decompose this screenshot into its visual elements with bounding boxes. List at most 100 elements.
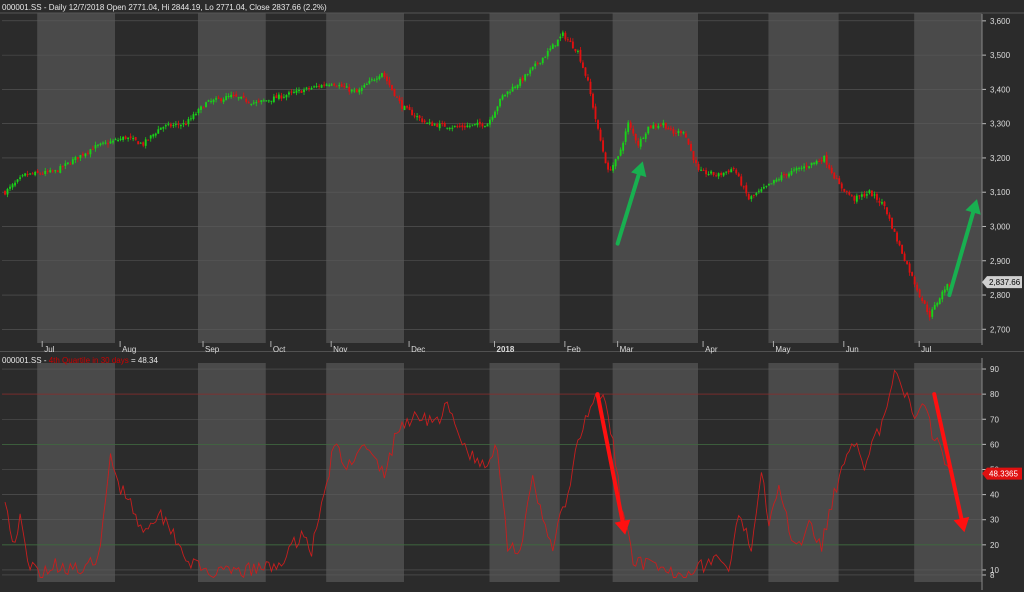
indicator-month-band [612, 358, 699, 582]
candle-body [499, 98, 501, 107]
candle-body [933, 304, 936, 310]
candle-body [102, 142, 104, 144]
candle-body [142, 142, 145, 146]
candle-body [579, 49, 582, 62]
indicator-month-band [37, 358, 116, 582]
candle-body [147, 139, 150, 141]
candle-body [511, 86, 514, 92]
candle-body [504, 94, 506, 97]
candle-body [431, 122, 434, 127]
candle-body [426, 122, 429, 124]
candle-body [526, 74, 529, 76]
candle-body [669, 128, 672, 130]
candle-body [521, 77, 524, 81]
candle-body [24, 173, 27, 176]
candle-body [642, 138, 645, 140]
date-tick-label: 2018 [497, 345, 515, 354]
candle-body [732, 168, 735, 170]
date-tick-label: Apr [705, 345, 718, 354]
candle-body [644, 133, 647, 139]
candle-body [632, 128, 635, 134]
candle-body [114, 139, 117, 141]
candle-body [506, 91, 509, 95]
candle-body [453, 125, 456, 127]
candle-body [207, 100, 210, 102]
candle-body [318, 85, 321, 87]
candle-body [205, 102, 207, 107]
candle-body [471, 124, 474, 126]
candle-body [705, 170, 708, 175]
candle-body [325, 84, 328, 86]
candle-body [380, 73, 383, 77]
candle-body [762, 186, 765, 189]
candle-body [695, 159, 697, 164]
candle-body [56, 170, 59, 173]
candle-body [260, 100, 263, 103]
candle-body [456, 126, 459, 128]
candle-body [393, 88, 396, 96]
candle-body [277, 94, 280, 99]
candle-body [375, 78, 378, 80]
candle-body [197, 108, 200, 114]
candle-body [74, 157, 77, 161]
candle-body [252, 102, 255, 104]
candle-body [122, 136, 125, 140]
candle-body [212, 99, 215, 103]
indicator-month-band [698, 358, 769, 582]
price-header: 000001.SS - Daily 12/7/2018 Open 2771.04… [2, 3, 327, 12]
price-month-band [838, 11, 915, 343]
candle-body [293, 91, 295, 93]
candle-body [451, 127, 454, 129]
price-month-band [2, 11, 38, 343]
candle-body [285, 95, 288, 98]
candle-body [149, 135, 152, 139]
candle-body [730, 169, 733, 173]
date-tick-label: Aug [122, 345, 136, 354]
candle-body [546, 50, 549, 57]
indicator-tick-label: 40 [990, 491, 999, 500]
indicator-month-band [198, 358, 266, 582]
price-summary: Daily 12/7/2018 Open 2771.04, Hi 2844.19… [48, 3, 327, 12]
candle-body [230, 94, 233, 98]
candle-body [184, 123, 187, 126]
candle-body [280, 95, 283, 99]
candle-body [200, 106, 202, 110]
indicator-tick-label: 70 [990, 415, 999, 424]
candle-body [516, 84, 519, 89]
candle-body [403, 106, 406, 111]
candle-body [89, 149, 92, 155]
candle-body [54, 170, 57, 172]
indicator-month-band [326, 358, 405, 582]
candle-body [26, 174, 29, 176]
candle-body [295, 90, 298, 93]
candle-body [16, 179, 19, 182]
candle-body [81, 153, 84, 156]
candle-body [418, 115, 421, 118]
candle-body [303, 89, 305, 93]
candle-body [700, 169, 702, 171]
candle-body [622, 142, 625, 151]
price-month-band [404, 11, 490, 343]
price-month-band [559, 11, 613, 343]
candle-body [66, 162, 69, 165]
candle-body [99, 143, 102, 146]
candle-body [458, 125, 461, 127]
candle-body [747, 194, 750, 200]
candle-body [599, 129, 602, 141]
candle-body [117, 140, 120, 142]
candle-body [569, 40, 572, 43]
last-price-label: 2,837.66 [989, 278, 1021, 287]
candle-body [127, 137, 130, 139]
candle-body [556, 39, 559, 47]
candle-body [898, 241, 901, 246]
candle-body [232, 94, 235, 96]
candle-body [519, 78, 522, 86]
candle-body [335, 86, 338, 88]
candle-body [702, 169, 705, 171]
candle-body [446, 127, 449, 129]
chart-window: 3,600 3,500 3,400 3,300 3,200 3,100 3,000 2,900… [0, 0, 1024, 592]
candle-body [298, 89, 300, 91]
chart-canvas: 3,600 3,500 3,400 3,300 3,200 3,100 3,000 2,900… [0, 0, 1024, 592]
candle-body [388, 80, 391, 86]
candle-body [167, 123, 170, 125]
